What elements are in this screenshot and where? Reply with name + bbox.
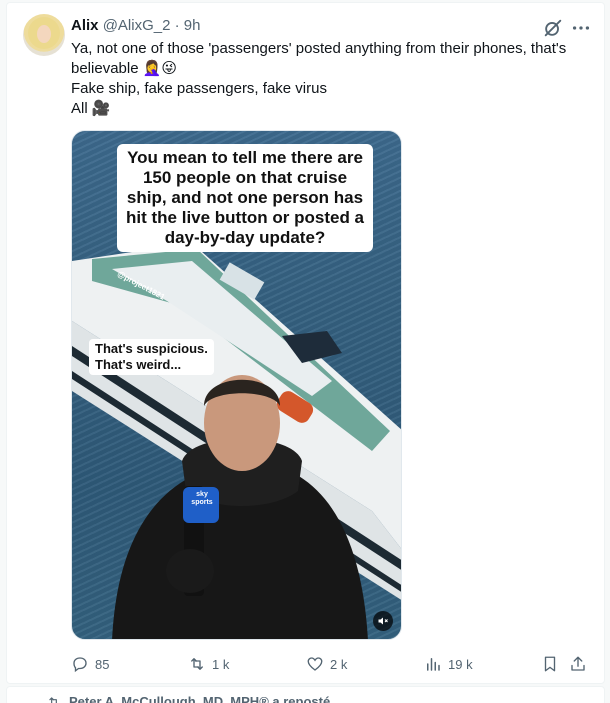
mic-flag: sky sports [185,491,219,507]
timestamp[interactable]: 9h [184,17,201,34]
like-count: 2 k [330,656,348,672]
side-caption-line2: That's weird... [95,357,182,372]
view-count: 19 k [448,656,473,672]
tweet-text-line: believable 🤦‍♀️😜 [71,60,178,77]
next-tweet-card[interactable]: Peter A. McCullough, MD, MPH® a reposté [6,686,605,703]
bookmark-icon [544,656,556,672]
repost-icon [49,696,57,703]
tweet-header: Alix @AlixG_2 · 9h [71,16,200,36]
avatar[interactable] [23,14,65,56]
like-icon [307,657,323,671]
repost-count: 1 k [212,656,230,672]
repost-icon [191,658,203,670]
mic-flag-line2: sports [191,499,213,506]
tweet-text-line: Fake ship, fake passengers, fake virus [71,80,327,97]
mute-icon[interactable] [373,611,393,631]
author-name[interactable]: Alix [71,17,99,34]
tweet-text: Ya, not one of those 'passengers' posted… [71,39,591,119]
tweet-actions: 85 1 k 2 k 19 k [71,655,591,675]
author-handle[interactable]: @AlixG_2 [103,17,171,34]
share-icon [571,656,585,671]
tweet-card[interactable]: Alix @AlixG_2 · 9h Ya, not one of those … [6,2,605,684]
more-icon[interactable] [570,17,592,39]
avatar-face [37,25,51,43]
reply-icon [73,657,87,673]
meme-caption: You mean to tell me there are 150 people… [117,144,373,252]
mic-flag-line1: sky [196,491,208,498]
video-media[interactable]: sky sports You mean to tell me there are… [71,130,402,640]
tweet-text-line: Ya, not one of those 'passengers' posted… [71,40,567,57]
bookmark-button[interactable] [541,655,559,673]
grok-icon[interactable] [542,17,564,39]
tweet-text-line: All 🎥 [71,100,111,117]
header-separator: · [174,17,180,34]
repost-context-text: Peter A. McCullough, MD, MPH® a reposté [69,694,331,703]
side-caption: That's suspicious. That's weird... [89,339,214,375]
side-caption-line1: That's suspicious. [95,341,208,356]
views-button[interactable]: 19 k [424,655,473,673]
repost-button[interactable]: 1 k [188,655,229,673]
like-button[interactable]: 2 k [306,655,347,673]
views-icon [427,658,440,671]
reply-count: 85 [95,656,110,672]
reply-button[interactable]: 85 [71,655,109,673]
share-button[interactable] [569,655,587,673]
repost-context[interactable]: Peter A. McCullough, MD, MPH® a reposté [47,694,330,703]
